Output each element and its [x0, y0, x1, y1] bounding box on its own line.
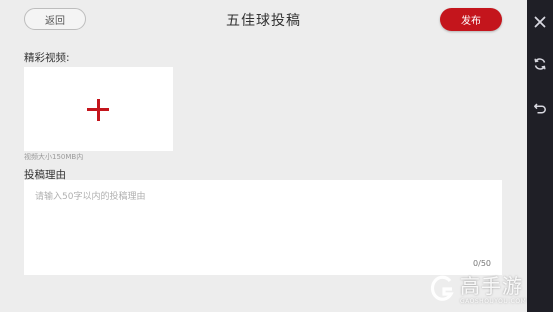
watermark-brand: 高手游 [460, 274, 523, 298]
undo-button[interactable] [527, 97, 553, 119]
watermark: 高手游 GAOSHOUYOU.COM [428, 270, 553, 312]
publish-button[interactable]: 发布 [440, 8, 502, 31]
close-button[interactable] [527, 11, 553, 33]
watermark-logo-icon [430, 275, 454, 301]
watermark-domain: GAOSHOUYOU.COM [460, 298, 527, 305]
close-icon [534, 16, 546, 28]
video-section-label: 精彩视频: [24, 52, 70, 64]
video-size-hint: 视频大小150MB内 [24, 153, 84, 161]
undo-icon [534, 103, 546, 114]
video-upload-box[interactable] [24, 67, 173, 151]
reason-field-container: 0/50 [24, 180, 502, 275]
refresh-icon [534, 58, 546, 70]
refresh-button[interactable] [527, 53, 553, 75]
plus-icon[interactable] [87, 99, 109, 121]
char-counter: 0/50 [473, 259, 491, 268]
side-toolbar [527, 0, 553, 312]
reason-textarea[interactable] [24, 180, 502, 275]
post-form-screen: 返回 五佳球投稿 发布 精彩视频: 视频大小150MB内 投稿理由 0/50 [0, 0, 528, 312]
